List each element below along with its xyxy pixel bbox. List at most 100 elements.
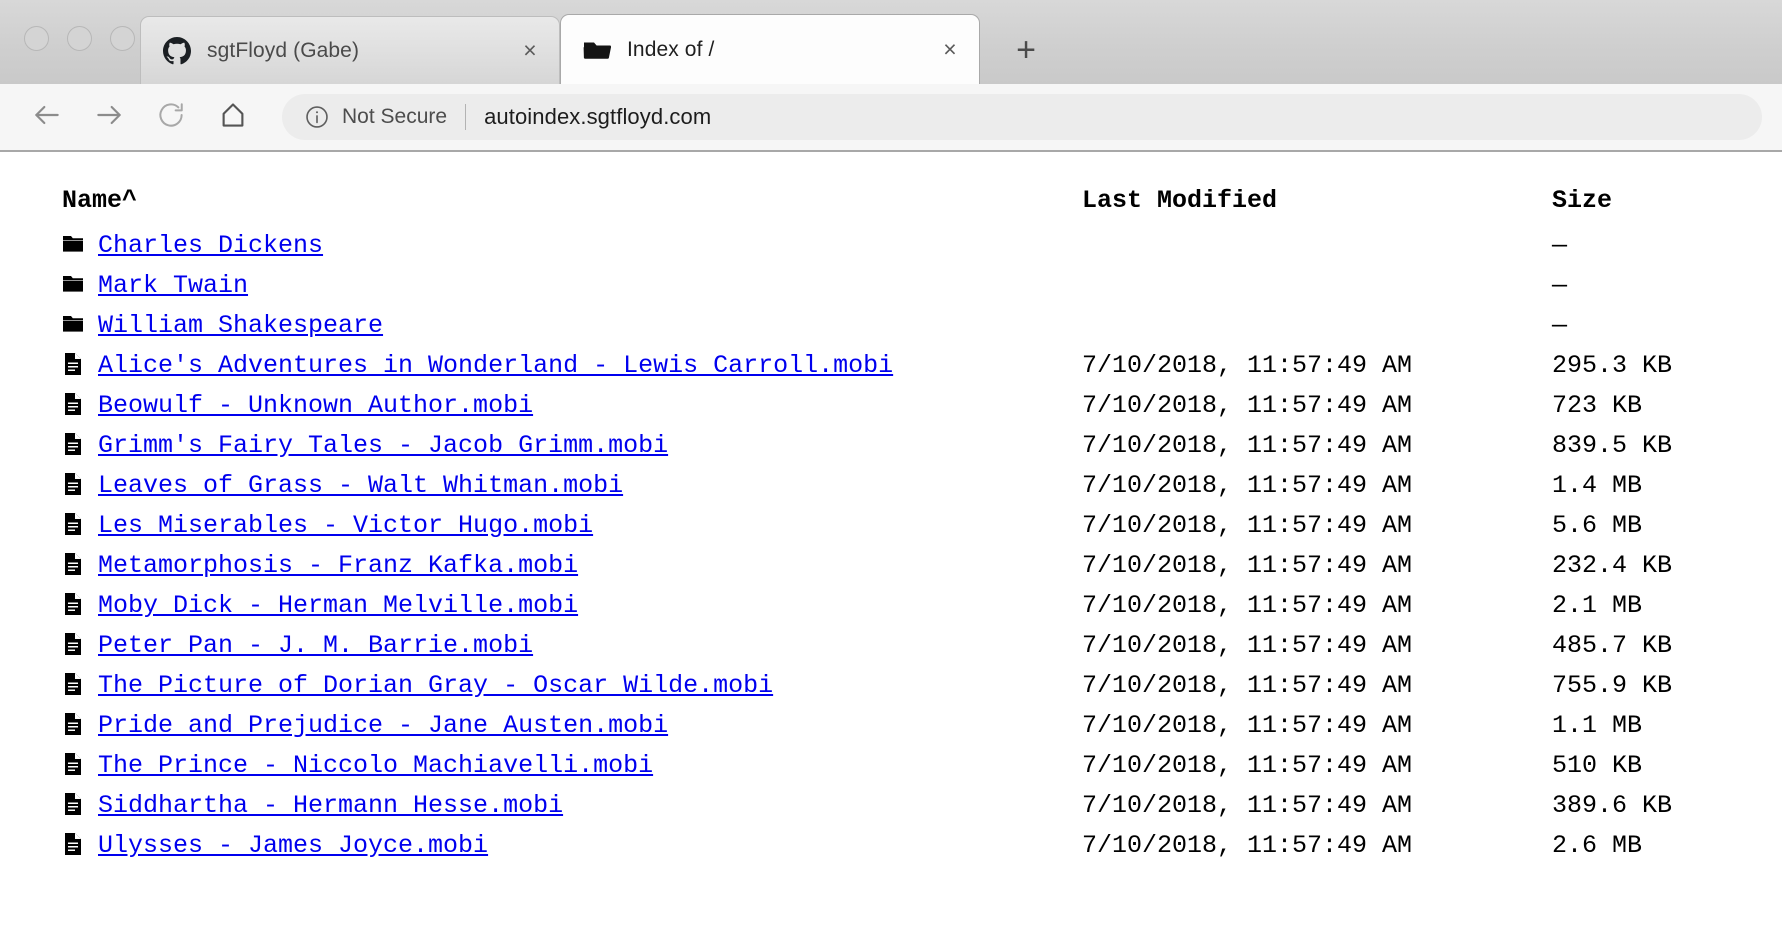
- tab-strip: sgtFloyd (Gabe) × Index of / × +: [0, 0, 1782, 84]
- row-icon-cell: [62, 225, 98, 265]
- row-name-cell: Les Miserables - Victor Hugo.mobi: [98, 505, 1082, 545]
- info-circle-icon[interactable]: [304, 104, 330, 130]
- row-name-cell: William Shakespeare: [98, 305, 1082, 345]
- minimize-window-button[interactable]: [67, 26, 92, 51]
- entry-link[interactable]: The Prince - Niccolo Machiavelli.mobi: [98, 751, 653, 780]
- row-icon-cell: [62, 345, 98, 385]
- entry-link[interactable]: Ulysses - James Joyce.mobi: [98, 831, 488, 860]
- omnibox-divider: [465, 104, 467, 130]
- row-size-cell: 485.7 KB: [1552, 630, 1673, 660]
- row-name-cell: Charles Dickens: [98, 225, 1082, 265]
- row-icon-cell: [62, 665, 98, 705]
- new-tab-button[interactable]: +: [998, 22, 1054, 78]
- row-icon-cell: [62, 425, 98, 465]
- row-icon-cell: [62, 705, 98, 745]
- document-icon: [62, 431, 84, 457]
- home-button[interactable]: [206, 90, 260, 144]
- row-modified-cell: 7/10/2018, 11:57:49 AM: [1082, 390, 1413, 420]
- row-size-cell: 295.3 KB: [1552, 350, 1673, 380]
- entry-link[interactable]: Metamorphosis - Franz Kafka.mobi: [98, 551, 578, 580]
- table-row: Leaves of Grass - Walt Whitman.mobi 7/10…: [62, 465, 1782, 505]
- reload-icon: [156, 100, 186, 135]
- back-button[interactable]: [20, 90, 74, 144]
- row-icon-cell: [62, 825, 98, 865]
- entry-link[interactable]: Charles Dickens: [98, 231, 323, 260]
- plus-icon: +: [1016, 31, 1036, 69]
- url-text[interactable]: autoindex.sgtfloyd.com: [484, 104, 711, 130]
- address-bar[interactable]: Not Secure autoindex.sgtfloyd.com: [282, 94, 1762, 140]
- column-header-name[interactable]: Name^: [62, 186, 1082, 225]
- directory-index-table: Name^ Last Modified Size Charles Dickens…: [62, 186, 1782, 865]
- forward-arrow-icon: [93, 99, 125, 136]
- entry-link[interactable]: Siddhartha - Hermann Hesse.mobi: [98, 791, 563, 820]
- column-header-size[interactable]: Size: [1552, 186, 1782, 225]
- tab-sgtfloyd-gabe[interactable]: sgtFloyd (Gabe) ×: [140, 16, 560, 84]
- reload-button[interactable]: [144, 90, 198, 144]
- document-icon: [62, 751, 84, 777]
- folder-icon: [62, 271, 84, 297]
- entry-link[interactable]: Alice's Adventures in Wonderland - Lewis…: [98, 351, 893, 380]
- table-row: Ulysses - James Joyce.mobi 7/10/2018, 11…: [62, 825, 1782, 865]
- table-row: Alice's Adventures in Wonderland - Lewis…: [62, 345, 1782, 385]
- entry-link[interactable]: Moby Dick - Herman Melville.mobi: [98, 591, 578, 620]
- close-window-button[interactable]: [24, 26, 49, 51]
- tab-title: sgtFloyd (Gabe): [207, 38, 360, 62]
- row-name-cell: Mark Twain: [98, 265, 1082, 305]
- entry-link[interactable]: Mark Twain: [98, 271, 248, 300]
- table-row: Les Miserables - Victor Hugo.mobi 7/10/2…: [62, 505, 1782, 545]
- row-size-cell: —: [1552, 310, 1568, 340]
- row-modified-cell: [1082, 225, 1552, 265]
- entry-link[interactable]: Grimm's Fairy Tales - Jacob Grimm.mobi: [98, 431, 668, 460]
- row-name-cell: Metamorphosis - Franz Kafka.mobi: [98, 545, 1082, 585]
- folder-icon: [583, 36, 611, 64]
- row-modified-cell: 7/10/2018, 11:57:49 AM: [1082, 590, 1413, 620]
- row-icon-cell: [62, 785, 98, 825]
- tab-title: Index of /: [627, 37, 715, 61]
- row-icon-cell: [62, 265, 98, 305]
- entry-link[interactable]: Pride and Prejudice - Jane Austen.mobi: [98, 711, 668, 740]
- row-icon-cell: [62, 385, 98, 425]
- forward-button[interactable]: [82, 90, 136, 144]
- row-size-cell: 1.1 MB: [1552, 710, 1643, 740]
- document-icon: [62, 551, 84, 577]
- row-name-cell: The Picture of Dorian Gray - Oscar Wilde…: [98, 665, 1082, 705]
- table-row: Charles Dickens —: [62, 225, 1782, 265]
- table-header: Name^ Last Modified Size: [62, 186, 1782, 225]
- home-icon: [218, 100, 248, 135]
- table-row: The Prince - Niccolo Machiavelli.mobi 7/…: [62, 745, 1782, 785]
- document-icon: [62, 671, 84, 697]
- entry-link[interactable]: Les Miserables - Victor Hugo.mobi: [98, 511, 593, 540]
- column-header-last-modified[interactable]: Last Modified: [1082, 186, 1552, 225]
- row-name-cell: Grimm's Fairy Tales - Jacob Grimm.mobi: [98, 425, 1082, 465]
- row-icon-cell: [62, 465, 98, 505]
- row-name-cell: Moby Dick - Herman Melville.mobi: [98, 585, 1082, 625]
- maximize-window-button[interactable]: [110, 26, 135, 51]
- close-tab-button[interactable]: ×: [515, 36, 545, 66]
- document-icon: [62, 631, 84, 657]
- entry-link[interactable]: The Picture of Dorian Gray - Oscar Wilde…: [98, 671, 773, 700]
- close-tab-button[interactable]: ×: [935, 35, 965, 65]
- security-status-label: Not Secure: [342, 105, 448, 128]
- entry-link[interactable]: Beowulf - Unknown Author.mobi: [98, 391, 533, 420]
- document-icon: [62, 591, 84, 617]
- table-row: Mark Twain —: [62, 265, 1782, 305]
- row-modified-cell: 7/10/2018, 11:57:49 AM: [1082, 630, 1413, 660]
- tab-index-of[interactable]: Index of / ×: [560, 14, 980, 84]
- row-modified-cell: 7/10/2018, 11:57:49 AM: [1082, 470, 1413, 500]
- row-size-cell: 510 KB: [1552, 750, 1643, 780]
- github-icon: [163, 36, 191, 65]
- entry-link[interactable]: Peter Pan - J. M. Barrie.mobi: [98, 631, 533, 660]
- table-body: Charles Dickens — Mark Twain — William S…: [62, 225, 1782, 865]
- row-modified-cell: 7/10/2018, 11:57:49 AM: [1082, 550, 1413, 580]
- table-row: Moby Dick - Herman Melville.mobi 7/10/20…: [62, 585, 1782, 625]
- table-row: William Shakespeare —: [62, 305, 1782, 345]
- row-size-cell: 839.5 KB: [1552, 430, 1673, 460]
- document-icon: [62, 831, 84, 857]
- entry-link[interactable]: William Shakespeare: [98, 311, 383, 340]
- row-name-cell: Beowulf - Unknown Author.mobi: [98, 385, 1082, 425]
- row-name-cell: Pride and Prejudice - Jane Austen.mobi: [98, 705, 1082, 745]
- entry-link[interactable]: Leaves of Grass - Walt Whitman.mobi: [98, 471, 623, 500]
- folder-icon: [62, 311, 84, 337]
- row-size-cell: —: [1552, 270, 1568, 300]
- folder-icon: [62, 231, 84, 257]
